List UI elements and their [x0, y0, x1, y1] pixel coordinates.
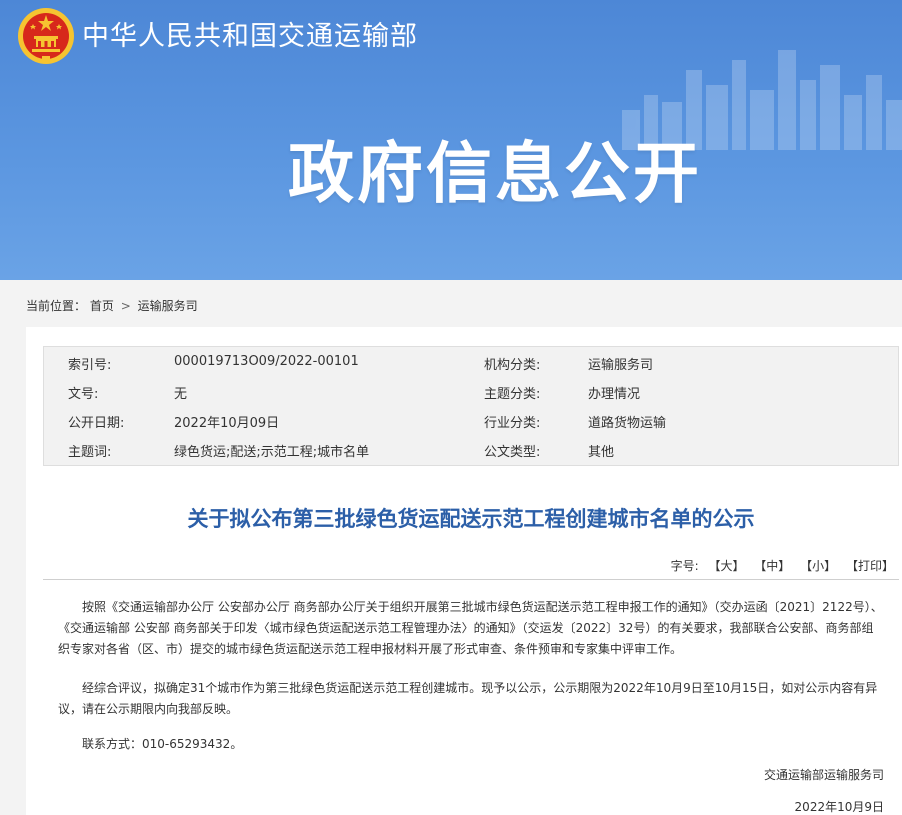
metadata-row: 索引号: 000019713O09/2022-00101 机构分类: 运输服务司	[44, 348, 900, 377]
keywords-value: 绿色货运;配送;示范工程;城市名单	[174, 445, 370, 460]
document-number-label: 文号:	[68, 387, 99, 402]
breadcrumb-label: 当前位置：	[26, 299, 87, 313]
article-title: 关于拟公布第三批绿色货运配送示范工程创建城市名单的公示	[187, 507, 755, 531]
signature-organization: 交通运输部运输服务司	[763, 768, 884, 782]
document-number-value: 无	[174, 387, 188, 402]
topic-category-label: 主题分类:	[484, 387, 541, 402]
font-size-large-button[interactable]: 【大】	[708, 557, 744, 574]
breadcrumb-home-link[interactable]: 首页	[90, 297, 114, 314]
index-number-label: 索引号:	[68, 358, 112, 373]
site-name[interactable]: 中华人民共和国交通运输部	[82, 14, 418, 53]
article-paragraph: 按照《交通运输部办公厅 公安部办公厅 商务部办公厅关于组织开展第三批城市绿色货运…	[58, 600, 883, 656]
industry-category-value: 道路货物运输	[588, 416, 667, 431]
index-number-value: 000019713O09/2022-00101	[174, 354, 359, 369]
font-size-small-button[interactable]: 【小】	[800, 557, 836, 574]
font-size-controls: 字号: 【大】 【中】 【小】 【打印】	[671, 557, 894, 574]
industry-category-label: 行业分类:	[484, 416, 541, 431]
publish-date-label: 公开日期:	[68, 416, 125, 431]
metadata-row: 主题词: 绿色货运;配送;示范工程;城市名单 公文类型: 其他	[44, 435, 900, 464]
header-banner: 中华人民共和国交通运输部 政府信息公开	[0, 0, 902, 280]
section-title: 政府信息公开	[288, 135, 702, 212]
article-paragraph: 经综合评议，拟确定31个城市作为第三批绿色货运配送示范工程创建城市。现予以公示，…	[58, 681, 878, 716]
keywords-label: 主题词:	[68, 445, 112, 460]
contact-paragraph: 联系方式：010-65293432。	[82, 737, 243, 751]
print-button[interactable]: 【打印】	[846, 557, 894, 574]
national-emblem-icon[interactable]	[16, 6, 76, 66]
breadcrumb: 当前位置： 首页 > 运输服务司	[26, 297, 198, 314]
signature-date: 2022年10月9日	[794, 800, 884, 814]
document-type-label: 公文类型:	[484, 445, 541, 460]
divider	[43, 579, 899, 580]
publish-date-value: 2022年10月09日	[174, 416, 280, 431]
font-size-label: 字号:	[670, 559, 699, 573]
font-size-medium-button[interactable]: 【中】	[754, 557, 790, 574]
metadata-table: 索引号: 000019713O09/2022-00101 机构分类: 运输服务司…	[43, 346, 899, 466]
org-category-label: 机构分类:	[484, 358, 541, 373]
org-category-value: 运输服务司	[588, 358, 654, 373]
topic-category-value: 办理情况	[588, 387, 641, 402]
document-type-value: 其他	[588, 445, 615, 460]
breadcrumb-current-link[interactable]: 运输服务司	[138, 297, 198, 314]
breadcrumb-separator: >	[120, 299, 131, 313]
metadata-row: 公开日期: 2022年10月09日 行业分类: 道路货物运输	[44, 406, 900, 435]
metadata-row: 文号: 无 主题分类: 办理情况	[44, 377, 900, 406]
